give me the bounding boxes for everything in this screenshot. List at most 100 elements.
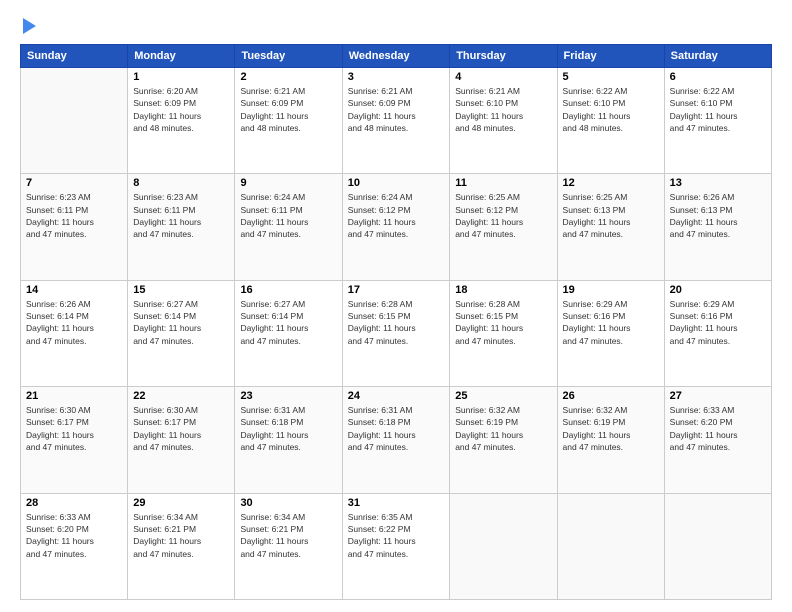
day-number: 21 [26,390,122,402]
weekday-header-sunday: Sunday [21,45,128,68]
calendar-cell [557,493,664,599]
day-number: 7 [26,177,122,189]
day-info: Sunrise: 6:29 AMSunset: 6:16 PMDaylight:… [670,298,766,347]
day-info: Sunrise: 6:25 AMSunset: 6:12 PMDaylight:… [455,191,551,240]
day-number: 8 [133,177,229,189]
day-number: 28 [26,497,122,509]
day-info: Sunrise: 6:21 AMSunset: 6:10 PMDaylight:… [455,85,551,134]
day-info: Sunrise: 6:21 AMSunset: 6:09 PMDaylight:… [240,85,336,134]
day-info: Sunrise: 6:27 AMSunset: 6:14 PMDaylight:… [133,298,229,347]
calendar-cell: 29Sunrise: 6:34 AMSunset: 6:21 PMDayligh… [128,493,235,599]
day-info: Sunrise: 6:21 AMSunset: 6:09 PMDaylight:… [348,85,445,134]
calendar-cell: 3 Sunrise: 6:21 AMSunset: 6:09 PMDaylight… [342,68,450,174]
calendar-cell: 22 Sunrise: 6:30 AMSunset: 6:17 PMDayligh… [128,387,235,493]
weekday-header-thursday: Thursday [450,45,557,68]
week-row-4: 21 Sunrise: 6:30 AMSunset: 6:17 PMDayligh… [21,387,772,493]
calendar-cell: 2 Sunrise: 6:21 AMSunset: 6:09 PMDaylight… [235,68,342,174]
weekday-header-saturday: Saturday [664,45,771,68]
day-info: Sunrise: 6:29 AMSunset: 6:16 PMDaylight:… [563,298,659,347]
week-row-5: 28 Sunrise: 6:33 AMSunset: 6:20 PMDayligh… [21,493,772,599]
calendar-cell: 6 Sunrise: 6:22 AMSunset: 6:10 PMDaylight… [664,68,771,174]
day-number: 3 [348,71,445,83]
day-info: Sunrise: 6:31 AMSunset: 6:18 PMDaylight:… [240,404,336,453]
calendar-cell: 31Sunrise: 6:35 AMSunset: 6:22 PMDayligh… [342,493,450,599]
day-number: 26 [563,390,659,402]
calendar-cell: 19 Sunrise: 6:29 AMSunset: 6:16 PMDayligh… [557,280,664,386]
calendar-cell: 7 Sunrise: 6:23 AMSunset: 6:11 PMDaylight… [21,174,128,280]
calendar-cell [21,68,128,174]
day-info: Sunrise: 6:23 AMSunset: 6:11 PMDaylight:… [133,191,229,240]
calendar-cell: 10 Sunrise: 6:24 AMSunset: 6:12 PMDayligh… [342,174,450,280]
day-info: Sunrise: 6:30 AMSunset: 6:17 PMDaylight:… [26,404,122,453]
logo-line1 [20,18,36,34]
day-info: Sunrise: 6:22 AMSunset: 6:10 PMDaylight:… [670,85,766,134]
weekday-header-tuesday: Tuesday [235,45,342,68]
calendar-cell: 27Sunrise: 6:33 AMSunset: 6:20 PMDayligh… [664,387,771,493]
day-info: Sunrise: 6:28 AMSunset: 6:15 PMDaylight:… [348,298,445,347]
weekday-header-monday: Monday [128,45,235,68]
logo-arrow-icon [23,18,36,34]
calendar-cell: 4 Sunrise: 6:21 AMSunset: 6:10 PMDaylight… [450,68,557,174]
calendar-cell: 9 Sunrise: 6:24 AMSunset: 6:11 PMDaylight… [235,174,342,280]
day-number: 31 [348,497,445,509]
day-number: 6 [670,71,766,83]
day-number: 22 [133,390,229,402]
day-info: Sunrise: 6:28 AMSunset: 6:15 PMDaylight:… [455,298,551,347]
day-number: 16 [240,284,336,296]
day-number: 19 [563,284,659,296]
day-info: Sunrise: 6:32 AMSunset: 6:19 PMDaylight:… [563,404,659,453]
day-info: Sunrise: 6:24 AMSunset: 6:11 PMDaylight:… [240,191,336,240]
calendar-cell: 1 Sunrise: 6:20 AMSunset: 6:09 PMDaylight… [128,68,235,174]
day-info: Sunrise: 6:24 AMSunset: 6:12 PMDaylight:… [348,191,445,240]
calendar-cell: 24Sunrise: 6:31 AMSunset: 6:18 PMDayligh… [342,387,450,493]
calendar-cell: 11 Sunrise: 6:25 AMSunset: 6:12 PMDayligh… [450,174,557,280]
day-number: 18 [455,284,551,296]
day-number: 23 [240,390,336,402]
calendar-cell: 15Sunrise: 6:27 AMSunset: 6:14 PMDayligh… [128,280,235,386]
header [20,18,772,34]
day-number: 25 [455,390,551,402]
day-info: Sunrise: 6:20 AMSunset: 6:09 PMDaylight:… [133,85,229,134]
day-number: 11 [455,177,551,189]
day-number: 1 [133,71,229,83]
weekday-header-friday: Friday [557,45,664,68]
calendar-cell: 5Sunrise: 6:22 AMSunset: 6:10 PMDaylight… [557,68,664,174]
calendar-cell: 12 Sunrise: 6:25 AMSunset: 6:13 PMDayligh… [557,174,664,280]
calendar-cell: 21 Sunrise: 6:30 AMSunset: 6:17 PMDayligh… [21,387,128,493]
day-number: 4 [455,71,551,83]
day-number: 29 [133,497,229,509]
day-info: Sunrise: 6:30 AMSunset: 6:17 PMDaylight:… [133,404,229,453]
calendar-cell: 13 Sunrise: 6:26 AMSunset: 6:13 PMDayligh… [664,174,771,280]
calendar-cell: 25Sunrise: 6:32 AMSunset: 6:19 PMDayligh… [450,387,557,493]
calendar-cell: 26 Sunrise: 6:32 AMSunset: 6:19 PMDayligh… [557,387,664,493]
day-number: 10 [348,177,445,189]
calendar-table: SundayMondayTuesdayWednesdayThursdayFrid… [20,44,772,600]
day-number: 30 [240,497,336,509]
day-info: Sunrise: 6:25 AMSunset: 6:13 PMDaylight:… [563,191,659,240]
calendar-cell [450,493,557,599]
logo [20,18,36,34]
day-number: 13 [670,177,766,189]
day-info: Sunrise: 6:23 AMSunset: 6:11 PMDaylight:… [26,191,122,240]
calendar-cell: 30Sunrise: 6:34 AMSunset: 6:21 PMDayligh… [235,493,342,599]
day-info: Sunrise: 6:26 AMSunset: 6:13 PMDaylight:… [670,191,766,240]
day-info: Sunrise: 6:26 AMSunset: 6:14 PMDaylight:… [26,298,122,347]
day-number: 5 [563,71,659,83]
day-number: 20 [670,284,766,296]
day-info: Sunrise: 6:31 AMSunset: 6:18 PMDaylight:… [348,404,445,453]
calendar-cell: 20 Sunrise: 6:29 AMSunset: 6:16 PMDayligh… [664,280,771,386]
calendar-cell: 8 Sunrise: 6:23 AMSunset: 6:11 PMDaylight… [128,174,235,280]
calendar-cell: 28 Sunrise: 6:33 AMSunset: 6:20 PMDayligh… [21,493,128,599]
page: SundayMondayTuesdayWednesdayThursdayFrid… [0,0,792,612]
week-row-3: 14Sunrise: 6:26 AMSunset: 6:14 PMDayligh… [21,280,772,386]
day-number: 9 [240,177,336,189]
calendar-cell: 18 Sunrise: 6:28 AMSunset: 6:15 PMDayligh… [450,280,557,386]
day-info: Sunrise: 6:33 AMSunset: 6:20 PMDaylight:… [26,511,122,560]
day-number: 17 [348,284,445,296]
day-number: 12 [563,177,659,189]
calendar-cell [664,493,771,599]
week-row-1: 1 Sunrise: 6:20 AMSunset: 6:09 PMDaylight… [21,68,772,174]
day-number: 27 [670,390,766,402]
day-number: 2 [240,71,336,83]
calendar-cell: 14Sunrise: 6:26 AMSunset: 6:14 PMDayligh… [21,280,128,386]
